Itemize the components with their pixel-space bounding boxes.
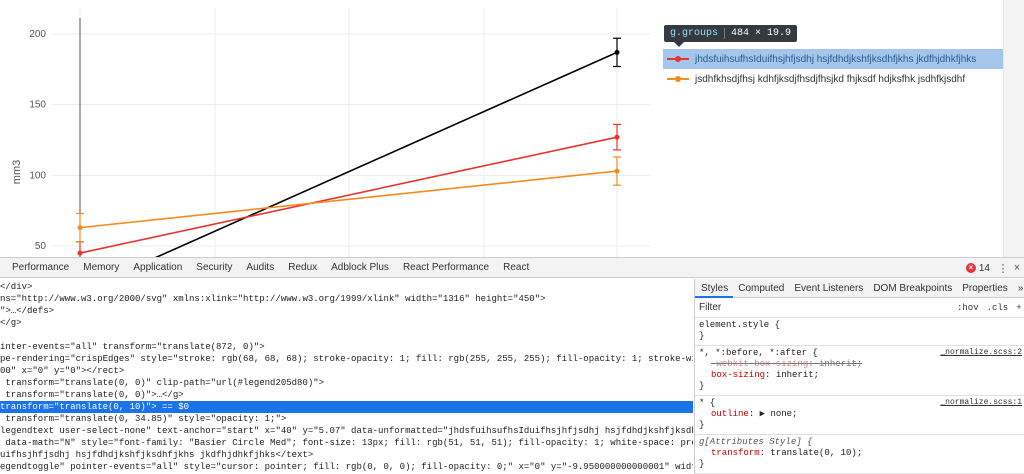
y-tick-label: 200 xyxy=(29,29,46,40)
devtools-tabbar: Performance Memory Application Security … xyxy=(0,258,1024,278)
dom-node-line[interactable]: transform="translate(0, 0)">…</g> xyxy=(0,389,693,401)
css-value: inherit; xyxy=(775,370,820,380)
rule-close-brace: } xyxy=(699,331,705,341)
y-tick-label: 100 xyxy=(29,170,46,181)
css-value: inherit; xyxy=(819,359,863,369)
styles-filter-bar: :hov .cls + xyxy=(695,298,1024,318)
devtools-panel: Performance Memory Application Security … xyxy=(0,257,1024,474)
dom-node-line[interactable]: data-math="N" style="font-family: "Basie… xyxy=(0,437,693,449)
page-scrollbar[interactable] xyxy=(1003,0,1024,257)
tooltip-tag: g.groups xyxy=(670,28,719,39)
hov-toggle-button[interactable]: :hov xyxy=(957,303,979,313)
styles-filter-input[interactable] xyxy=(699,302,949,313)
rule-source-link[interactable]: _normalize.scss:1 xyxy=(940,398,1022,407)
css-property: outline xyxy=(711,409,749,419)
elements-panel: </div> ns="http://www.w3.org/2000/svg" xm… xyxy=(0,279,693,474)
page-viewport: 50 100 150 200 mm3 jhdsfuihsufhsIduifhsjhfj… xyxy=(0,0,1024,257)
chart-axes: 50 100 150 200 xyxy=(29,18,81,257)
legend-label: jhdsfuihsufhsIduifhsjhfjsdhj hsjfdhdjksh… xyxy=(695,53,977,65)
chart-grid xyxy=(52,8,650,257)
dom-node-line[interactable]: legendtext user-select-none" text-anchor… xyxy=(0,425,693,437)
element-inspect-tooltip: g.groups 484 × 19.9 xyxy=(664,25,798,47)
css-property: box-sizing xyxy=(711,370,766,380)
error-count: 14 xyxy=(978,262,990,274)
kebab-menu-icon[interactable]: ⋮ xyxy=(996,262,1010,275)
tooltip-separator xyxy=(724,28,726,39)
new-rule-button[interactable]: + xyxy=(1016,303,1021,313)
data-point xyxy=(77,250,83,256)
tab-audits[interactable]: Audits xyxy=(239,258,281,278)
css-value: translate(0, 10); xyxy=(770,448,863,458)
dom-node-line[interactable]: pe-rendering="crispEdges" style="stroke:… xyxy=(0,353,693,365)
css-property: -webkit-box-sizing xyxy=(711,359,809,369)
data-point xyxy=(614,134,620,140)
dom-node-line[interactable]: ">…</defs> xyxy=(0,305,693,317)
y-tick-label: 150 xyxy=(29,100,46,111)
rule-close-brace: } xyxy=(699,420,705,430)
tooltip-size: 484 × 19.9 xyxy=(731,28,792,39)
style-rules-list: element.style {} *, *:before, *:after {_n… xyxy=(695,318,1024,474)
rule-source-link[interactable]: _normalize.scss:2 xyxy=(940,348,1022,357)
close-icon[interactable]: × xyxy=(1010,262,1024,274)
dom-node-line[interactable] xyxy=(0,329,693,341)
dom-node-line[interactable]: 00" x="0" y="0"></rect> xyxy=(0,365,693,377)
legend-swatch-red xyxy=(667,54,689,64)
dom-node-line[interactable]: ns="http://www.w3.org/2000/svg" xmlns:xl… xyxy=(0,293,693,305)
tab-react-performance[interactable]: React Performance xyxy=(396,258,496,278)
rule-selector[interactable]: element.style { xyxy=(699,320,1020,331)
more-tabs-chevron-icon[interactable]: » xyxy=(1013,279,1024,298)
y-axis-title: mm3 xyxy=(11,160,23,184)
legend-label: jsdhfkhsdjfhsj kdhfjksdjfhsdjfhsjkd fhjk… xyxy=(695,73,966,85)
dom-node-selected[interactable]: transform="translate(0, 10)"> == $0 xyxy=(0,401,693,413)
legend-item-series-2[interactable]: jsdhfkhsdjfhsj kdhfjksdjfhsdjfhsjkd fhjk… xyxy=(663,69,965,89)
rule-close-brace: } xyxy=(699,381,705,391)
screen: 50 100 150 200 mm3 jhdsfuihsufhsIduifhsjhfj… xyxy=(0,0,1024,474)
dom-node-line[interactable]: egendtoggle" pointer-events="all" style=… xyxy=(0,461,693,473)
data-point xyxy=(614,168,620,174)
devtools-toolbar-right: × 14 ⋮ × xyxy=(965,258,1024,278)
css-declaration[interactable]: transform: translate(0, 10); xyxy=(699,448,1020,459)
tab-memory[interactable]: Memory xyxy=(76,258,126,278)
rule-close-brace: } xyxy=(699,459,705,469)
style-rule: element.style {} xyxy=(695,318,1024,346)
tab-dom-breakpoints[interactable]: DOM Breakpoints xyxy=(868,279,957,298)
tab-properties[interactable]: Properties xyxy=(957,279,1013,298)
css-property: transform xyxy=(711,448,760,458)
style-rule: *, *:before, *:after {_normalize.scss:2-… xyxy=(695,346,1024,396)
error-icon: × xyxy=(965,263,976,273)
dom-node-line[interactable]: </g> xyxy=(0,317,693,329)
tab-event-listeners[interactable]: Event Listeners xyxy=(789,279,868,298)
dom-node-line[interactable]: transform="translate(0, 0)" clip-path="u… xyxy=(0,377,693,389)
rule-selector[interactable]: g[Attributes Style] { xyxy=(699,437,1020,448)
style-rule: g[Attributes Style] {transform: translat… xyxy=(695,435,1024,474)
css-value: ▶ none; xyxy=(759,409,798,419)
dom-node-line[interactable]: inter-events="all" transform="translate(… xyxy=(0,341,693,353)
dom-node-line[interactable]: transform="translate(0, 34.85)" style="o… xyxy=(0,413,693,425)
css-declaration[interactable]: outline: ▶ none; xyxy=(699,409,1020,420)
style-rule: * {_normalize.scss:1 outline: ▶ none;} xyxy=(695,396,1024,435)
css-declaration[interactable]: box-sizing: inherit; xyxy=(699,370,1020,381)
tab-redux[interactable]: Redux xyxy=(281,258,324,278)
css-declaration[interactable]: -webkit-box-sizing: inherit; xyxy=(699,359,1020,370)
tab-styles[interactable]: Styles xyxy=(695,279,734,298)
tab-computed[interactable]: Computed xyxy=(733,279,789,298)
legend-swatch-orange xyxy=(667,74,689,84)
dom-node-line[interactable]: </div> xyxy=(0,281,693,293)
data-point xyxy=(77,225,83,231)
legend-item-series-1[interactable]: jhdsfuihsufhsIduifhsjhfjsdhj hsjfdhdjksh… xyxy=(663,49,1021,69)
cls-toggle-button[interactable]: .cls xyxy=(987,303,1009,313)
tab-security[interactable]: Security xyxy=(189,258,239,278)
tab-application[interactable]: Application xyxy=(126,258,189,278)
y-tick-label: 50 xyxy=(35,241,47,252)
tab-adblock-plus[interactable]: Adblock Plus xyxy=(324,258,396,278)
error-counter[interactable]: × 14 xyxy=(965,262,990,274)
line-chart: 50 100 150 200 mm3 xyxy=(11,8,650,257)
dom-node-line[interactable]: uifhsjhfjsdhj hsjfdhdjkshfjksdhfjkhs jkd… xyxy=(0,449,693,461)
styles-tabbar: Styles Computed Event Listeners DOM Brea… xyxy=(695,279,1024,298)
styles-pane: Styles Computed Event Listeners DOM Brea… xyxy=(694,279,1024,474)
tab-react[interactable]: React xyxy=(496,258,536,278)
data-point xyxy=(614,49,620,55)
tab-performance[interactable]: Performance xyxy=(0,258,76,278)
